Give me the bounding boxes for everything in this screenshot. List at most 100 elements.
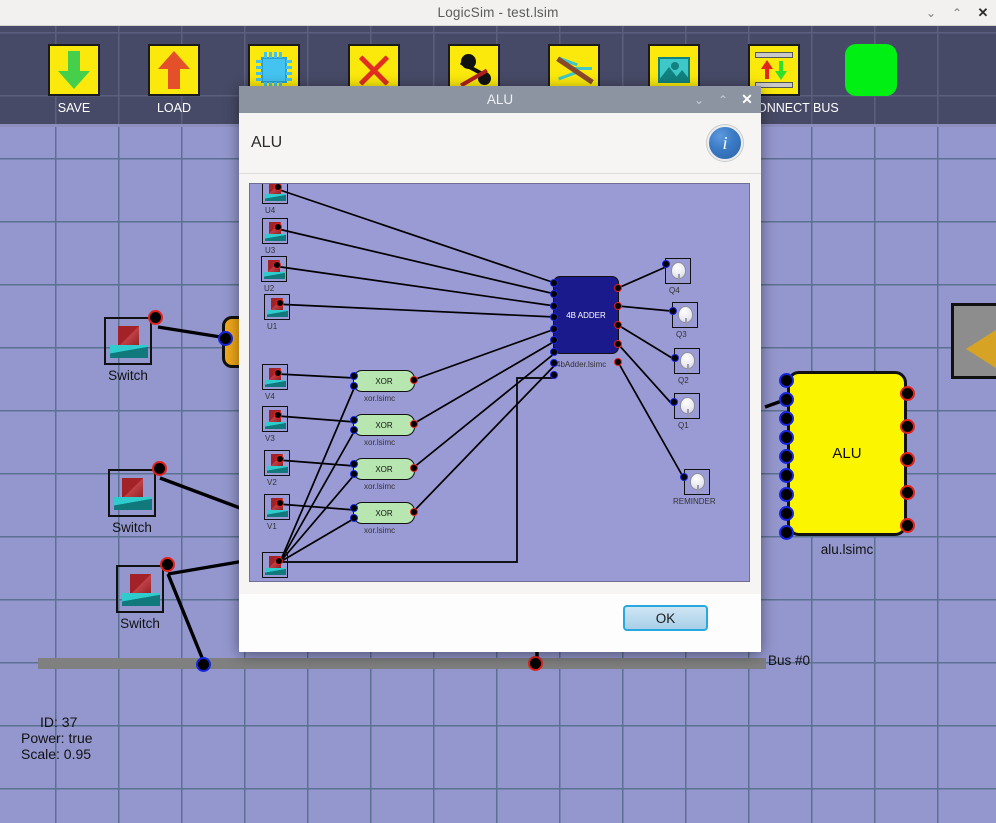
xor3-input-pin-a[interactable] xyxy=(350,460,358,468)
adder-input-pin-7[interactable] xyxy=(550,348,558,356)
subcircuit-adder[interactable]: 4B ADDER xyxy=(553,276,619,354)
xor2-input-pin-b[interactable] xyxy=(350,426,358,434)
subcircuit-switch-u1[interactable] xyxy=(264,294,290,320)
load-button[interactable] xyxy=(148,44,200,96)
alu-input-pin-1[interactable] xyxy=(779,373,794,388)
alu-dialog[interactable]: ALU ⌄ ⌃ ✕ ALU i U4 U3 U2 U1 V4 V3 V2 V1 … xyxy=(239,86,761,652)
adder-output-pin-5[interactable] xyxy=(614,358,622,366)
alu-input-pin-3[interactable] xyxy=(779,411,794,426)
switch-output-pin[interactable] xyxy=(152,461,167,476)
xor1-output-pin[interactable] xyxy=(410,376,418,384)
v1-output-pin[interactable] xyxy=(276,499,284,507)
alu-output-pin-5[interactable] xyxy=(900,518,915,533)
u1-output-pin[interactable] xyxy=(276,299,284,307)
xor4-input-pin-a[interactable] xyxy=(350,504,358,512)
alu-output-pin-2[interactable] xyxy=(900,419,915,434)
canvas-switch-1[interactable]: Switch xyxy=(104,310,163,383)
orange-component-input-pin[interactable] xyxy=(218,331,233,346)
q2-input-pin[interactable] xyxy=(671,354,679,362)
adder-input-pin-6[interactable] xyxy=(550,336,558,344)
xor1-input-pin-a[interactable] xyxy=(350,372,358,380)
subcircuit-switch-v1[interactable] xyxy=(264,494,290,520)
adder-input-pin-4[interactable] xyxy=(550,313,558,321)
alu-input-pin-4[interactable] xyxy=(779,430,794,445)
side-panel[interactable] xyxy=(951,303,996,379)
xor1-input-pin-b[interactable] xyxy=(350,382,358,390)
toolbar-button-save[interactable]: SAVE xyxy=(48,44,100,115)
save-button[interactable] xyxy=(48,44,100,96)
subcircuit-switch-u2[interactable] xyxy=(261,256,287,282)
alu-body[interactable]: ALU xyxy=(787,371,907,536)
toolbar-button-load[interactable]: LOAD xyxy=(148,44,200,115)
v3-output-pin[interactable] xyxy=(274,411,282,419)
ok-button[interactable]: OK xyxy=(623,605,708,631)
adder-output-pin-3[interactable] xyxy=(614,321,622,329)
subcircuit-xor-gate-3[interactable]: XOR xyxy=(353,458,415,480)
u3-output-pin[interactable] xyxy=(274,223,282,231)
alu-output-pin-4[interactable] xyxy=(900,485,915,500)
alu-input-pin-8[interactable] xyxy=(779,506,794,521)
subcircuit-led-q3[interactable] xyxy=(672,302,698,328)
alu-output-pin-1[interactable] xyxy=(900,386,915,401)
adder-input-pin-1[interactable] xyxy=(550,279,558,287)
dialog-maximize-icon[interactable]: ⌃ xyxy=(717,93,729,107)
canvas-alu-component[interactable]: ALU alu.lsimc xyxy=(779,371,915,557)
subcircuit-switch-u3[interactable] xyxy=(262,218,288,244)
adder-input-pin-5[interactable] xyxy=(550,325,558,333)
alu-input-pin-5[interactable] xyxy=(779,449,794,464)
switch-body[interactable] xyxy=(104,317,152,365)
xor4-input-pin-b[interactable] xyxy=(350,514,358,522)
adder-output-pin-1[interactable] xyxy=(614,284,622,292)
canvas-switch-3[interactable]: Switch xyxy=(116,557,175,631)
alu-output-pin-3[interactable] xyxy=(900,452,915,467)
reminder-input-pin[interactable] xyxy=(680,473,688,481)
close-icon[interactable]: ✕ xyxy=(976,0,990,26)
q1-input-pin[interactable] xyxy=(670,398,678,406)
carry-output-pin[interactable] xyxy=(275,557,283,565)
subcircuit-led-reminder[interactable] xyxy=(684,469,710,495)
subcircuit-led-q2[interactable] xyxy=(674,348,700,374)
xor3-input-pin-b[interactable] xyxy=(350,470,358,478)
dialog-close-icon[interactable]: ✕ xyxy=(741,91,753,108)
minimize-icon[interactable]: ⌄ xyxy=(924,0,938,26)
switch-output-pin[interactable] xyxy=(160,557,175,572)
switch-output-pin[interactable] xyxy=(148,310,163,325)
adder-input-pin-3[interactable] xyxy=(550,302,558,310)
subcircuit-switch-carry[interactable] xyxy=(262,552,288,578)
bus-line[interactable] xyxy=(38,658,766,669)
v2-output-pin[interactable] xyxy=(276,455,284,463)
info-icon[interactable]: i xyxy=(707,125,743,161)
alu-input-pin-9[interactable] xyxy=(779,525,794,540)
adder-input-pin-9[interactable] xyxy=(550,371,558,379)
q4-input-pin[interactable] xyxy=(662,260,670,268)
subcircuit-led-q1[interactable] xyxy=(674,393,700,419)
xor4-output-pin[interactable] xyxy=(410,508,418,516)
dialog-minimize-icon[interactable]: ⌄ xyxy=(693,93,705,107)
subcircuit-switch-v2[interactable] xyxy=(264,450,290,476)
alu-input-pin-7[interactable] xyxy=(779,487,794,502)
switch-body[interactable] xyxy=(116,565,164,613)
maximize-icon[interactable]: ⌃ xyxy=(950,0,964,26)
adder-output-pin-4[interactable] xyxy=(614,340,622,348)
xor3-output-pin[interactable] xyxy=(410,464,418,472)
q3-input-pin[interactable] xyxy=(669,307,677,315)
alu-input-pin-6[interactable] xyxy=(779,468,794,483)
xor2-output-pin[interactable] xyxy=(410,420,418,428)
subcircuit-xor-gate-1[interactable]: XOR xyxy=(353,370,415,392)
subcircuit-switch-v4[interactable] xyxy=(262,364,288,390)
u2-output-pin[interactable] xyxy=(273,261,281,269)
alu-input-pin-2[interactable] xyxy=(779,392,794,407)
power-indicator[interactable] xyxy=(845,44,897,96)
adder-input-pin-8[interactable] xyxy=(550,359,558,367)
subcircuit-xor-gate-2[interactable]: XOR xyxy=(353,414,415,436)
subcircuit-xor-gate-4[interactable]: XOR xyxy=(353,502,415,524)
subcircuit-switch-v3[interactable] xyxy=(262,406,288,432)
bus-output-pin[interactable] xyxy=(528,656,543,671)
adder-input-pin-2[interactable] xyxy=(550,290,558,298)
subcircuit-preview[interactable]: U4 U3 U2 U1 V4 V3 V2 V1 XOR xor.lsimc XO… xyxy=(249,183,750,582)
xor2-input-pin-a[interactable] xyxy=(350,416,358,424)
bus-input-pin[interactable] xyxy=(196,657,211,672)
switch-body[interactable] xyxy=(108,469,156,517)
v4-output-pin[interactable] xyxy=(274,369,282,377)
adder-output-pin-2[interactable] xyxy=(614,302,622,310)
